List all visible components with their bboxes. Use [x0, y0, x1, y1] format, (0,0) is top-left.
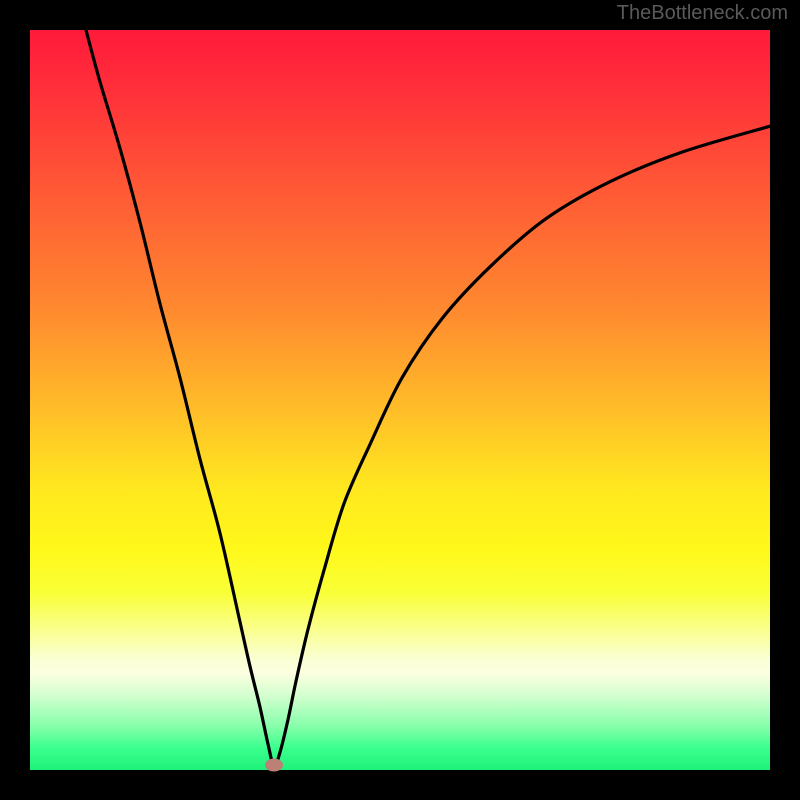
optimum-marker-icon [265, 759, 283, 772]
bottleneck-chart [30, 30, 770, 770]
bottleneck-curve-line [86, 30, 770, 766]
watermark-text: TheBottleneck.com [617, 2, 788, 25]
chart-curve-svg [30, 30, 770, 770]
